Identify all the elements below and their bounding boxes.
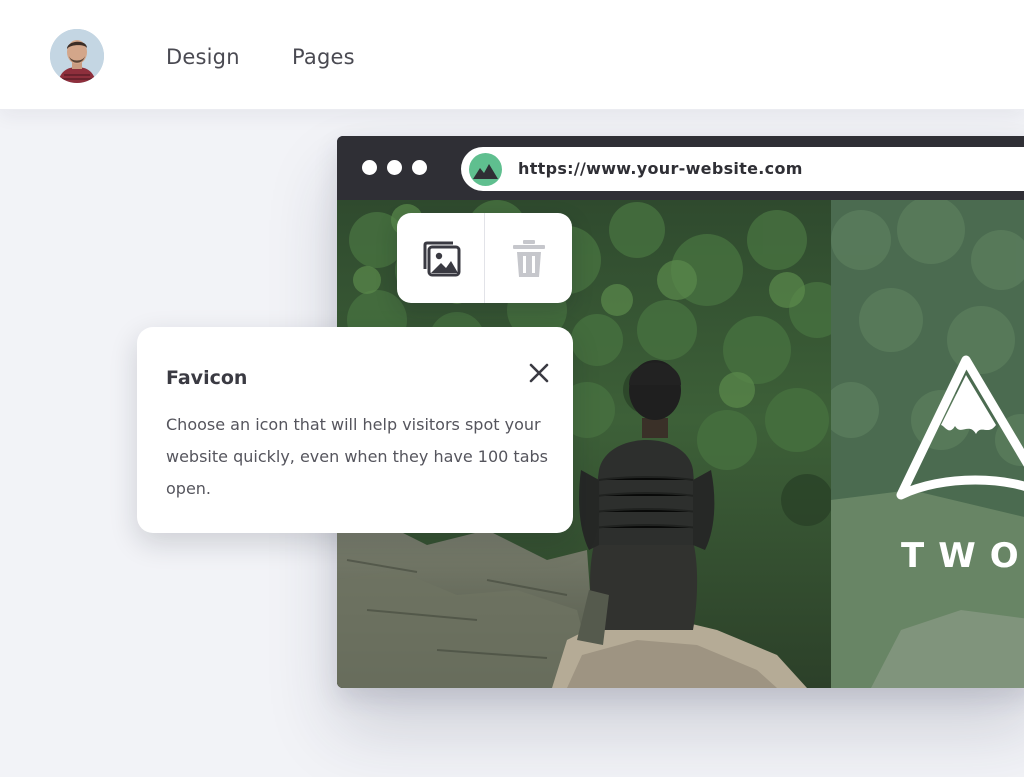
close-icon bbox=[529, 363, 549, 383]
hero-background bbox=[831, 200, 1024, 688]
favicon-tooltip: Favicon Choose an icon that will help vi… bbox=[137, 327, 573, 533]
nav-pages[interactable]: Pages bbox=[292, 44, 355, 70]
nav-design[interactable]: Design bbox=[166, 44, 240, 70]
top-bar: Design Pages bbox=[0, 0, 1024, 110]
hero-title: TWO bbox=[901, 536, 1024, 576]
user-avatar[interactable] bbox=[50, 29, 104, 83]
window-dot-icon bbox=[412, 160, 427, 175]
hero-panel: TWO bbox=[831, 200, 1024, 688]
tooltip-title: Favicon bbox=[166, 367, 248, 389]
trash-icon bbox=[513, 240, 545, 277]
change-image-button[interactable] bbox=[397, 213, 484, 303]
favicon-toolbar bbox=[397, 213, 572, 303]
tooltip-body: Choose an icon that will help visitors s… bbox=[166, 415, 548, 498]
avatar-image bbox=[50, 29, 104, 83]
window-dot-icon bbox=[362, 160, 377, 175]
url-text: https://www.your-website.com bbox=[518, 159, 803, 178]
site-favicon-icon[interactable] bbox=[469, 153, 502, 186]
address-bar[interactable]: https://www.your-website.com bbox=[461, 147, 1024, 191]
image-icon bbox=[423, 241, 461, 277]
delete-button[interactable] bbox=[485, 213, 572, 303]
close-button[interactable] bbox=[526, 360, 552, 386]
browser-chrome: https://www.your-website.com bbox=[337, 136, 1024, 200]
window-dot-icon bbox=[387, 160, 402, 175]
